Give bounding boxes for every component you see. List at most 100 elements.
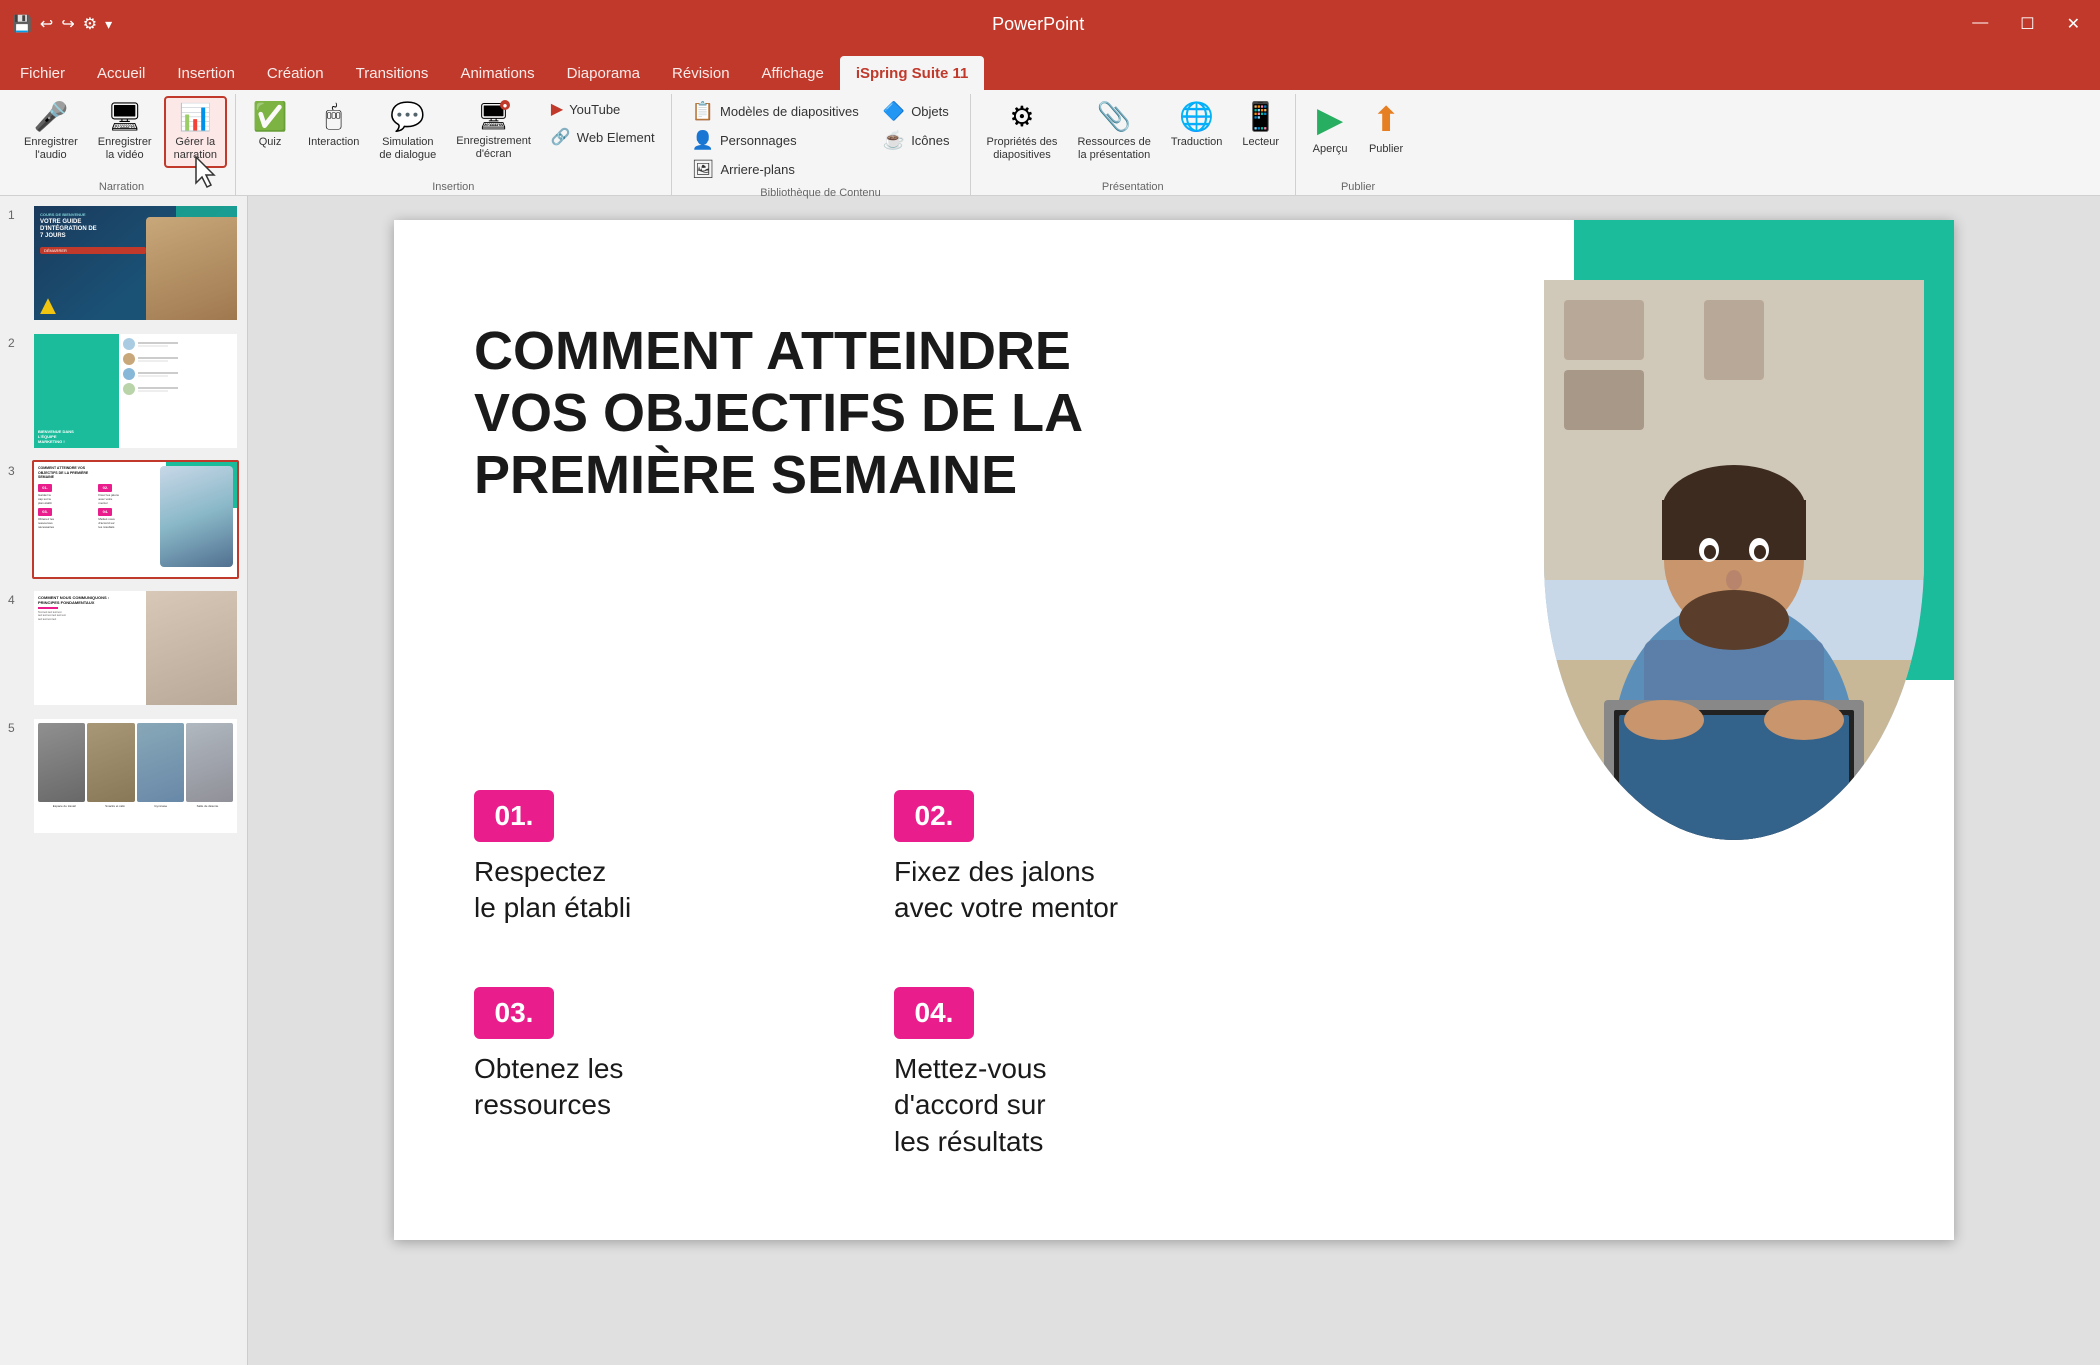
proprietes-button[interactable]: ⚙ Propriétés desdiapositives [979,96,1066,166]
traduction-button[interactable]: 🌐 Traduction [1163,96,1231,153]
slide-thumb-inner-1: COURS DE BIENVENUE VOTRE GUIDED'INTÉGRAT… [34,206,237,320]
modeles-label: Modèles de diapositives [720,104,859,119]
undo-icon[interactable]: ↩ [40,14,53,34]
personnages-icon: 👤 [692,130,714,151]
slide-item-04: 04. Mettez-vousd'accord surles résultats [894,987,1234,1160]
slide-number-2: 2 [8,332,24,350]
slide-number-5: 5 [8,717,24,735]
tab-fichier[interactable]: Fichier [4,56,81,90]
icones-button[interactable]: ☕ Icônes [875,127,958,154]
slide-thumb-2[interactable]: BIENVENUE DANSL'ÉQUIPEMARKETING ! [32,332,239,450]
save-icon[interactable]: 💾 [12,14,32,34]
arriere-plans-label: Arriere-plans [720,162,794,177]
slide-item-5[interactable]: 5 Espace de travail Snacks et café [8,717,239,835]
arriere-plans-button[interactable]: 🖼 Arriere-plans [684,156,867,183]
microphone-icon: 🎤 [33,100,68,133]
simulation-dialogue-label: Simulationde dialogue [379,136,436,162]
slide-canvas[interactable]: COMMENT ATTEINDRE VOS OBJECTIFS DE LA PR… [394,220,1954,1240]
slide-number-1: 1 [8,204,24,222]
icones-label: Icônes [911,133,949,148]
link-icon: 🔗 [551,127,571,147]
slide-thumb-5[interactable]: Espace de travail Snacks et café Gymnase… [32,717,239,835]
redo-icon[interactable]: ↪ [61,14,74,34]
slide-item-01: 01. Respectezle plan établi [474,790,814,927]
slide-item-03: 03. Obtenez lesressources [474,987,814,1160]
close-button[interactable]: ✕ [2059,12,2088,36]
apercu-icon: ▶ [1317,100,1343,140]
slide-thumb-inner-3: COMMENT ATTEINDRE VOSOBJECTIFS DE LA PRE… [34,462,237,576]
personnages-label: Personnages [720,133,797,148]
modeles-button[interactable]: 📋 Modèles de diapositives [684,98,867,125]
tab-creation[interactable]: Création [251,56,340,90]
youtube-icon: ▶ [551,99,563,119]
slide-item-2[interactable]: 2 BIENVENUE DANSL'ÉQUIPEMARKETING ! [8,332,239,450]
titlebar: 💾 ↩ ↪ ⚙ ▾ PowerPoint — ☐ ✕ [0,0,2100,48]
slide-item-4[interactable]: 4 COMMENT NOUS COMMUNIQUONS :PRINCIPES F… [8,589,239,707]
enregistrer-audio-button[interactable]: 🎤 Enregistrerl'audio [16,96,86,166]
web-element-button[interactable]: 🔗 Web Element [543,124,663,150]
slide-number-4: 4 [8,589,24,607]
simulation-dialogue-button[interactable]: 💬 Simulationde dialogue [371,96,444,166]
slide-thumb-3[interactable]: COMMENT ATTEINDRE VOSOBJECTIFS DE LA PRE… [32,460,239,578]
video-icon: 🖥 [107,100,143,133]
interaction-label: Interaction [308,136,359,149]
objets-button[interactable]: 🔷 Objets [875,98,958,125]
tab-transitions[interactable]: Transitions [340,56,445,90]
library-col2: 🔷 Objets ☕ Icônes [871,96,962,185]
settings-icon[interactable]: ⚙ [83,14,97,34]
web-element-label: Web Element [577,130,655,145]
personnages-button[interactable]: 👤 Personnages [684,127,867,154]
tab-diaporama[interactable]: Diaporama [551,56,656,90]
gerer-narration-label: Gérer lanarration [174,136,217,162]
apercu-button[interactable]: ▶ Aperçu [1304,96,1356,160]
lecteur-button[interactable]: 📱 Lecteur [1234,96,1287,153]
lecteur-icon: 📱 [1243,100,1278,133]
youtube-button[interactable]: ▶ YouTube [543,96,663,122]
ressources-icon: 📎 [1097,100,1132,133]
bibliotheque-label: Bibliothèque de Contenu [680,185,962,201]
presentation-buttons: ⚙ Propriétés desdiapositives 📎 Ressource… [979,96,1288,179]
tab-revision[interactable]: Révision [656,56,746,90]
slide-photo [1544,280,1924,840]
gerer-narration-button[interactable]: 📊 Gérer lanarration [164,96,227,168]
interaction-icon: 🖱 [325,100,342,133]
quiz-button[interactable]: ✅ Quiz [244,96,296,153]
bibliotheque-content: 📋 Modèles de diapositives 👤 Personnages … [680,96,962,185]
maximize-button[interactable]: ☐ [2012,12,2042,36]
slide-item-1[interactable]: 1 COURS DE BIENVENUE VOTRE GUIDED'INTÉGR… [8,204,239,322]
enregistrement-ecran-button[interactable]: 🖥● Enregistrementd'écran [448,96,539,165]
slide-thumb-4[interactable]: COMMENT NOUS COMMUNIQUONS :PRINCIPES FON… [32,589,239,707]
main-area: 1 COURS DE BIENVENUE VOTRE GUIDED'INTÉGR… [0,196,2100,1365]
app-title: PowerPoint [992,14,1084,35]
tab-accueil[interactable]: Accueil [81,56,161,90]
presentation-group: ⚙ Propriétés desdiapositives 📎 Ressource… [971,94,1297,195]
enregistrer-video-button[interactable]: 🖥 Enregistrerla vidéo [90,96,160,166]
slide-thumb-1[interactable]: COURS DE BIENVENUE VOTRE GUIDED'INTÉGRAT… [32,204,239,322]
web-buttons: ▶ YouTube 🔗 Web Element [543,96,663,150]
modeles-icon: 📋 [692,101,714,122]
tab-affichage[interactable]: Affichage [746,56,840,90]
slide-item-text-04: Mettez-vousd'accord surles résultats [894,1051,1234,1160]
minimize-button[interactable]: — [1964,12,1996,36]
tab-insertion[interactable]: Insertion [161,56,251,90]
publier-button[interactable]: ⬆ Publier [1360,96,1412,160]
narration-icon: 📊 [179,102,211,133]
photo-inner [1544,280,1924,840]
insertion-group: ✅ Quiz 🖱 Interaction 💬 Simulationde dial… [236,94,672,195]
publier-icon: ⬆ [1372,100,1401,140]
ressources-button[interactable]: 📎 Ressources dela présentation [1069,96,1158,166]
slide-item-3[interactable]: 3 COMMENT ATTEINDRE VOSOBJECTIFS DE LA P… [8,460,239,578]
chat-icon: 💬 [390,100,425,133]
slide-panel: 1 COURS DE BIENVENUE VOTRE GUIDED'INTÉGR… [0,196,248,1365]
narration-group: 🎤 Enregistrerl'audio 🖥 Enregistrerla vid… [8,94,236,195]
slide-thumb-inner-4: COMMENT NOUS COMMUNIQUONS :PRINCIPES FON… [34,591,237,705]
interaction-button[interactable]: 🖱 Interaction [300,96,367,153]
narration-label: Narration [16,179,227,195]
objets-label: Objets [911,104,949,119]
ribbon-toolbar: 🎤 Enregistrerl'audio 🖥 Enregistrerla vid… [0,90,2100,196]
tab-ispring[interactable]: iSpring Suite 11 [840,56,985,90]
tab-animations[interactable]: Animations [444,56,550,90]
customize-icon[interactable]: ▾ [105,16,112,33]
traduction-label: Traduction [1171,136,1223,149]
slide-badge-04: 04. [894,987,974,1039]
